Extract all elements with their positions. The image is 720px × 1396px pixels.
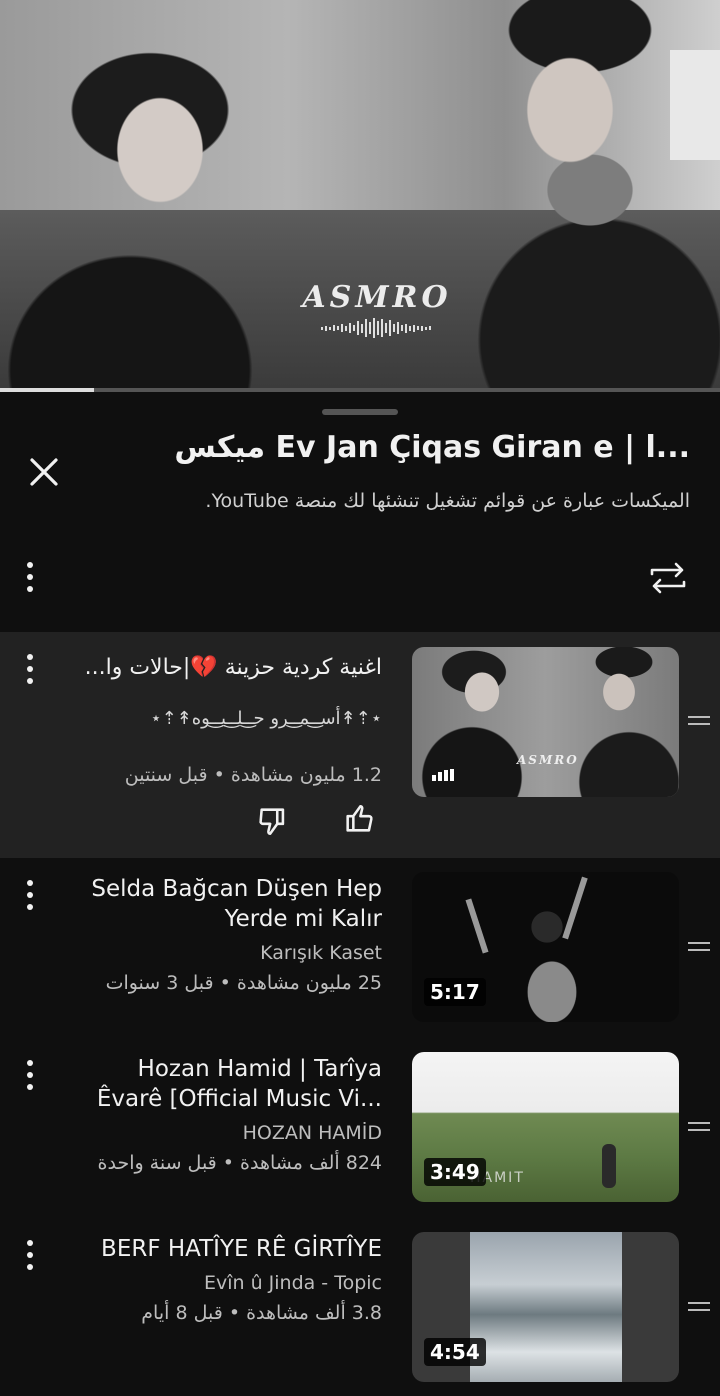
channel-name: Karışık Kaset bbox=[260, 942, 382, 964]
drag-handle-icon[interactable] bbox=[688, 716, 710, 730]
video-duration: 4:54 bbox=[424, 1338, 486, 1366]
playlist-item[interactable]: Hozan Hamid | Tarîya Êvarê [Official Mus… bbox=[0, 1038, 720, 1218]
more-vert-icon[interactable] bbox=[22, 1238, 38, 1272]
video-duration: 3:49 bbox=[424, 1158, 486, 1186]
video-title-line-2: Yerde mi Kalır bbox=[224, 906, 382, 932]
video-meta: 3.8 ألف مشاهدة • قبل 8 أيام bbox=[141, 1302, 382, 1324]
thumb-up-icon[interactable] bbox=[342, 802, 376, 836]
close-icon[interactable] bbox=[26, 454, 62, 490]
video-meta: 824 ألف مشاهدة • قبل سنة واحدة bbox=[97, 1152, 382, 1174]
more-vert-icon[interactable] bbox=[22, 560, 38, 594]
more-vert-icon[interactable] bbox=[22, 652, 38, 686]
video-watermark: ASMRO bbox=[302, 280, 452, 315]
sheet-drag-handle[interactable] bbox=[322, 409, 398, 415]
video-title-line-1: Selda Bağcan Düşen Hep bbox=[91, 876, 382, 902]
thumb-down-icon[interactable] bbox=[256, 804, 290, 838]
thumbnail-watermark: ASMRO bbox=[517, 753, 579, 767]
drag-handle-icon[interactable] bbox=[688, 942, 710, 956]
thumbnail-singer bbox=[507, 902, 617, 1022]
channel-name: Evîn û Jinda - Topic bbox=[203, 1272, 382, 1294]
drag-handle-icon[interactable] bbox=[688, 1122, 710, 1136]
video-meta: 25 مليون مشاهدة • قبل 3 سنوات bbox=[105, 972, 382, 994]
video-meta: 1.2 مليون مشاهدة • قبل سنتين bbox=[124, 764, 382, 786]
playlist-item[interactable]: Selda Bağcan Düşen Hep Yerde mi Kalır Ka… bbox=[0, 858, 720, 1038]
thumbnail-person-right bbox=[569, 647, 679, 797]
now-playing-icon bbox=[432, 769, 454, 781]
channel-name: HOZAN HAMİD bbox=[242, 1122, 382, 1144]
video-title: BERF HATÎYE RÊ GİRTÎYE bbox=[101, 1236, 382, 1262]
playlist-title: ميكس Ev Jan Çiqas Giran e | ا... bbox=[174, 430, 690, 465]
video-thumbnail[interactable]: 5:17 bbox=[412, 872, 679, 1022]
more-vert-icon[interactable] bbox=[22, 878, 38, 912]
playlist-subtitle: الميكسات عبارة عن قوائم تشغيل تنشئها لك … bbox=[205, 490, 690, 512]
video-person-left bbox=[0, 40, 310, 392]
video-title: اغنية كردية حزينة 💔|حالات وا... bbox=[84, 655, 382, 680]
audio-wave-graphic bbox=[266, 318, 486, 338]
video-title-line-2: Êvarê [Official Music Vi... bbox=[96, 1086, 382, 1112]
loop-icon[interactable] bbox=[646, 560, 690, 596]
thumbnail-figure bbox=[602, 1144, 616, 1188]
video-title-line-1: Hozan Hamid | Tarîya bbox=[137, 1056, 382, 1082]
video-player[interactable]: ASMRO bbox=[0, 0, 720, 392]
mix-playlist-panel: ميكس Ev Jan Çiqas Giran e | ا... الميكسا… bbox=[0, 392, 720, 1396]
video-duration: 5:17 bbox=[424, 978, 486, 1006]
video-thumbnail[interactable]: HAMIT 3:49 bbox=[412, 1052, 679, 1202]
drag-handle-icon[interactable] bbox=[688, 1302, 710, 1316]
thumbnail-snow-scene bbox=[470, 1232, 622, 1382]
playlist-item-current[interactable]: اغنية كردية حزينة 💔|حالات وا... ⋆⇡↟أسـ͜ـ… bbox=[0, 632, 720, 858]
video-thumbnail[interactable]: 4:54 bbox=[412, 1232, 679, 1382]
more-vert-icon[interactable] bbox=[22, 1058, 38, 1092]
channel-name: ⋆⇡↟أسـ͜ـمـ͜ـرو حـ͜ـلـ͜ـيـ͜ـوه↟⇡⋆ bbox=[150, 708, 382, 729]
video-thumbnail[interactable]: ASMRO bbox=[412, 647, 679, 797]
playlist-item[interactable]: BERF HATÎYE RÊ GİRTÎYE Evîn û Jinda - To… bbox=[0, 1218, 720, 1396]
thumbnail-arm-left bbox=[465, 898, 489, 954]
